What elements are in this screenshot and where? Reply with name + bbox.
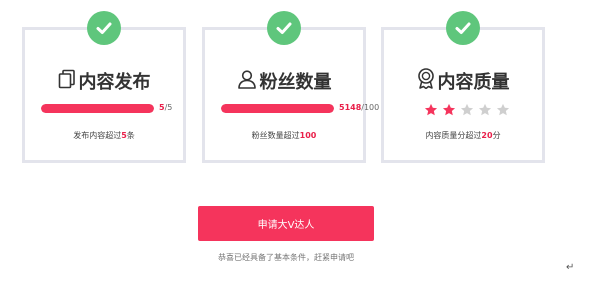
- progress-track: [221, 104, 334, 113]
- progress-label: 5/5: [159, 102, 172, 114]
- card-title: 内容质量: [384, 68, 542, 94]
- card-fans-count: 粉丝数量 5148/100 粉丝数量超过100: [202, 11, 379, 163]
- card-title-text: 内容发布: [78, 72, 151, 93]
- check-icon: [446, 11, 480, 45]
- quality-rating: [424, 103, 514, 117]
- star-empty-icon: [496, 103, 510, 116]
- progress-value: 5148: [339, 103, 362, 112]
- apply-big-v-button[interactable]: 申请大V达人: [198, 206, 374, 241]
- desc-text: 粉丝数量超过: [251, 131, 300, 140]
- progress-total: /5: [164, 103, 173, 112]
- desc-suffix: 条: [126, 131, 135, 140]
- card-description: 发布内容超过5条: [25, 130, 183, 141]
- card-title: 粉丝数量: [205, 68, 363, 94]
- progress-bar: 5/5: [41, 102, 173, 114]
- star-empty-icon: [460, 103, 474, 116]
- user-icon: [237, 69, 260, 94]
- progress-bar: 5148/100: [221, 102, 379, 114]
- progress-fill: [221, 104, 334, 113]
- progress-track: [41, 104, 154, 113]
- desc-suffix: 分: [492, 131, 501, 140]
- desc-text: 发布内容超过: [73, 131, 122, 140]
- card-description: 内容质量分超过20分: [384, 130, 542, 141]
- star-filled-icon: [442, 103, 456, 116]
- desc-value: 100: [299, 131, 317, 140]
- card-content-publish: 内容发布 5/5 发布内容超过5条: [22, 11, 186, 163]
- desc-value: 20: [481, 131, 493, 140]
- progress-label: 5148/100: [339, 102, 379, 114]
- card-title: 内容发布: [25, 68, 183, 94]
- star-empty-icon: [478, 103, 492, 116]
- progress-total: /100: [361, 103, 380, 112]
- check-icon: [87, 11, 121, 45]
- check-icon: [267, 11, 301, 45]
- card-title-text: 内容质量: [437, 72, 510, 93]
- return-mark: ↵: [566, 262, 575, 273]
- award-icon: [417, 68, 438, 94]
- card-description: 粉丝数量超过100: [205, 130, 363, 141]
- copy-icon: [58, 69, 79, 94]
- eligibility-note: 恭喜已经具备了基本条件，赶紧申请吧: [218, 253, 354, 262]
- card-title-text: 粉丝数量: [259, 72, 332, 93]
- desc-text: 内容质量分超过: [425, 131, 482, 140]
- card-content-quality: 内容质量 内容质量分超过20分: [381, 11, 545, 163]
- progress-fill: [41, 104, 154, 113]
- star-filled-icon: [424, 103, 438, 116]
